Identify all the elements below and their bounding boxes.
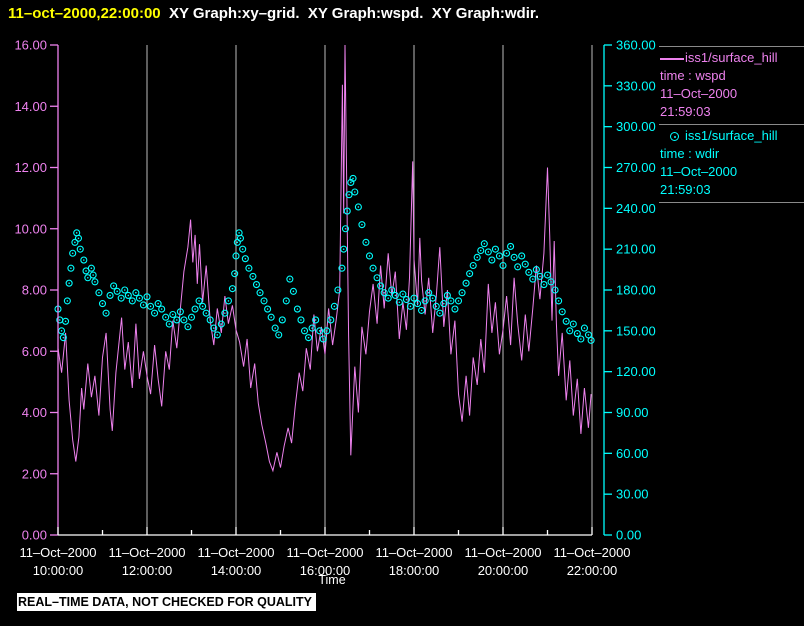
svg-text:11–Oct–2000: 11–Oct–2000: [108, 545, 185, 560]
svg-text:210.00: 210.00: [616, 242, 656, 257]
legend: iss1/surface_hill time : wspd 11–Oct–200…: [659, 46, 804, 203]
svg-text:18:00:00: 18:00:00: [389, 563, 440, 578]
svg-text:0.00: 0.00: [22, 528, 47, 543]
svg-text:270.00: 270.00: [616, 160, 656, 175]
svg-text:11–Oct–2000: 11–Oct–2000: [197, 545, 274, 560]
svg-text:22:00:00: 22:00:00: [567, 563, 618, 578]
svg-text:8.00: 8.00: [22, 283, 47, 298]
svg-text:330.00: 330.00: [616, 78, 656, 93]
legend-wdir-source: iss1/surface_hill: [685, 128, 778, 143]
legend-wspd-source: iss1/surface_hill: [685, 50, 778, 65]
svg-text:0.00: 0.00: [616, 528, 641, 543]
svg-text:14.00: 14.00: [14, 99, 47, 114]
svg-text:16.00: 16.00: [14, 38, 47, 53]
left-axis: 0.00 2.00 4.00 6.00 8.00 10.00 12.00 14.00 16.00: [14, 38, 59, 543]
svg-text:20:00:00: 20:00:00: [478, 563, 529, 578]
gridlines: [146, 45, 593, 535]
circle-marker-icon: [670, 132, 679, 142]
legend-wdir-time: 21:59:03: [660, 182, 711, 197]
svg-text:12.00: 12.00: [14, 160, 47, 175]
svg-text:12:00:00: 12:00:00: [122, 563, 173, 578]
legend-entry-wspd[interactable]: iss1/surface_hill time : wspd 11–Oct–200…: [659, 47, 804, 124]
svg-text:240.00: 240.00: [616, 201, 656, 216]
legend-wdir-field: time : wdir: [660, 146, 720, 161]
svg-text:30.00: 30.00: [616, 487, 649, 502]
svg-text:360.00: 360.00: [616, 38, 656, 53]
legend-divider: [659, 202, 804, 203]
line-sample-icon: [660, 57, 684, 60]
svg-text:10.00: 10.00: [14, 221, 47, 236]
svg-text:2.00: 2.00: [22, 466, 47, 481]
svg-text:11–Oct–2000: 11–Oct–2000: [553, 545, 630, 560]
svg-text:4.00: 4.00: [22, 405, 47, 420]
svg-text:11–Oct–2000: 11–Oct–2000: [375, 545, 452, 560]
legend-wspd-time: 21:59:03: [660, 104, 711, 119]
right-axis: 0.00 30.00 60.00 90.00 120.00 150.00 180.00 210…: [603, 38, 656, 543]
legend-wdir-date: 11–Oct–2000: [660, 164, 738, 179]
svg-text:14:00:00: 14:00:00: [211, 563, 262, 578]
svg-text:180.00: 180.00: [616, 283, 656, 298]
legend-wspd-date: 11–Oct–2000: [660, 86, 738, 101]
legend-wspd-field: time : wspd: [660, 68, 726, 83]
svg-text:300.00: 300.00: [616, 119, 656, 134]
quality-banner: REAL–TIME DATA, NOT CHECKED FOR QUALITY: [17, 593, 316, 611]
svg-text:11–Oct–2000: 11–Oct–2000: [19, 545, 96, 560]
legend-entry-wdir[interactable]: iss1/surface_hill time : wdir 11–Oct–200…: [659, 125, 804, 202]
svg-text:10:00:00: 10:00:00: [33, 563, 84, 578]
svg-text:120.00: 120.00: [616, 364, 656, 379]
svg-text:11–Oct–2000: 11–Oct–2000: [286, 545, 363, 560]
svg-text:150.00: 150.00: [616, 323, 656, 338]
x-axis-title: Time: [318, 573, 345, 587]
svg-text:90.00: 90.00: [616, 405, 649, 420]
x-axis: 11–Oct–2000 10:00:00 11–Oct–2000 12:00:00 11…: [19, 527, 631, 587]
svg-text:11–Oct–2000: 11–Oct–2000: [464, 545, 541, 560]
xy-graph-window: 11–oct–2000,22:00:00 XY Graph:xy–grid. X…: [0, 0, 804, 626]
svg-text:60.00: 60.00: [616, 446, 649, 461]
svg-text:6.00: 6.00: [22, 344, 47, 359]
